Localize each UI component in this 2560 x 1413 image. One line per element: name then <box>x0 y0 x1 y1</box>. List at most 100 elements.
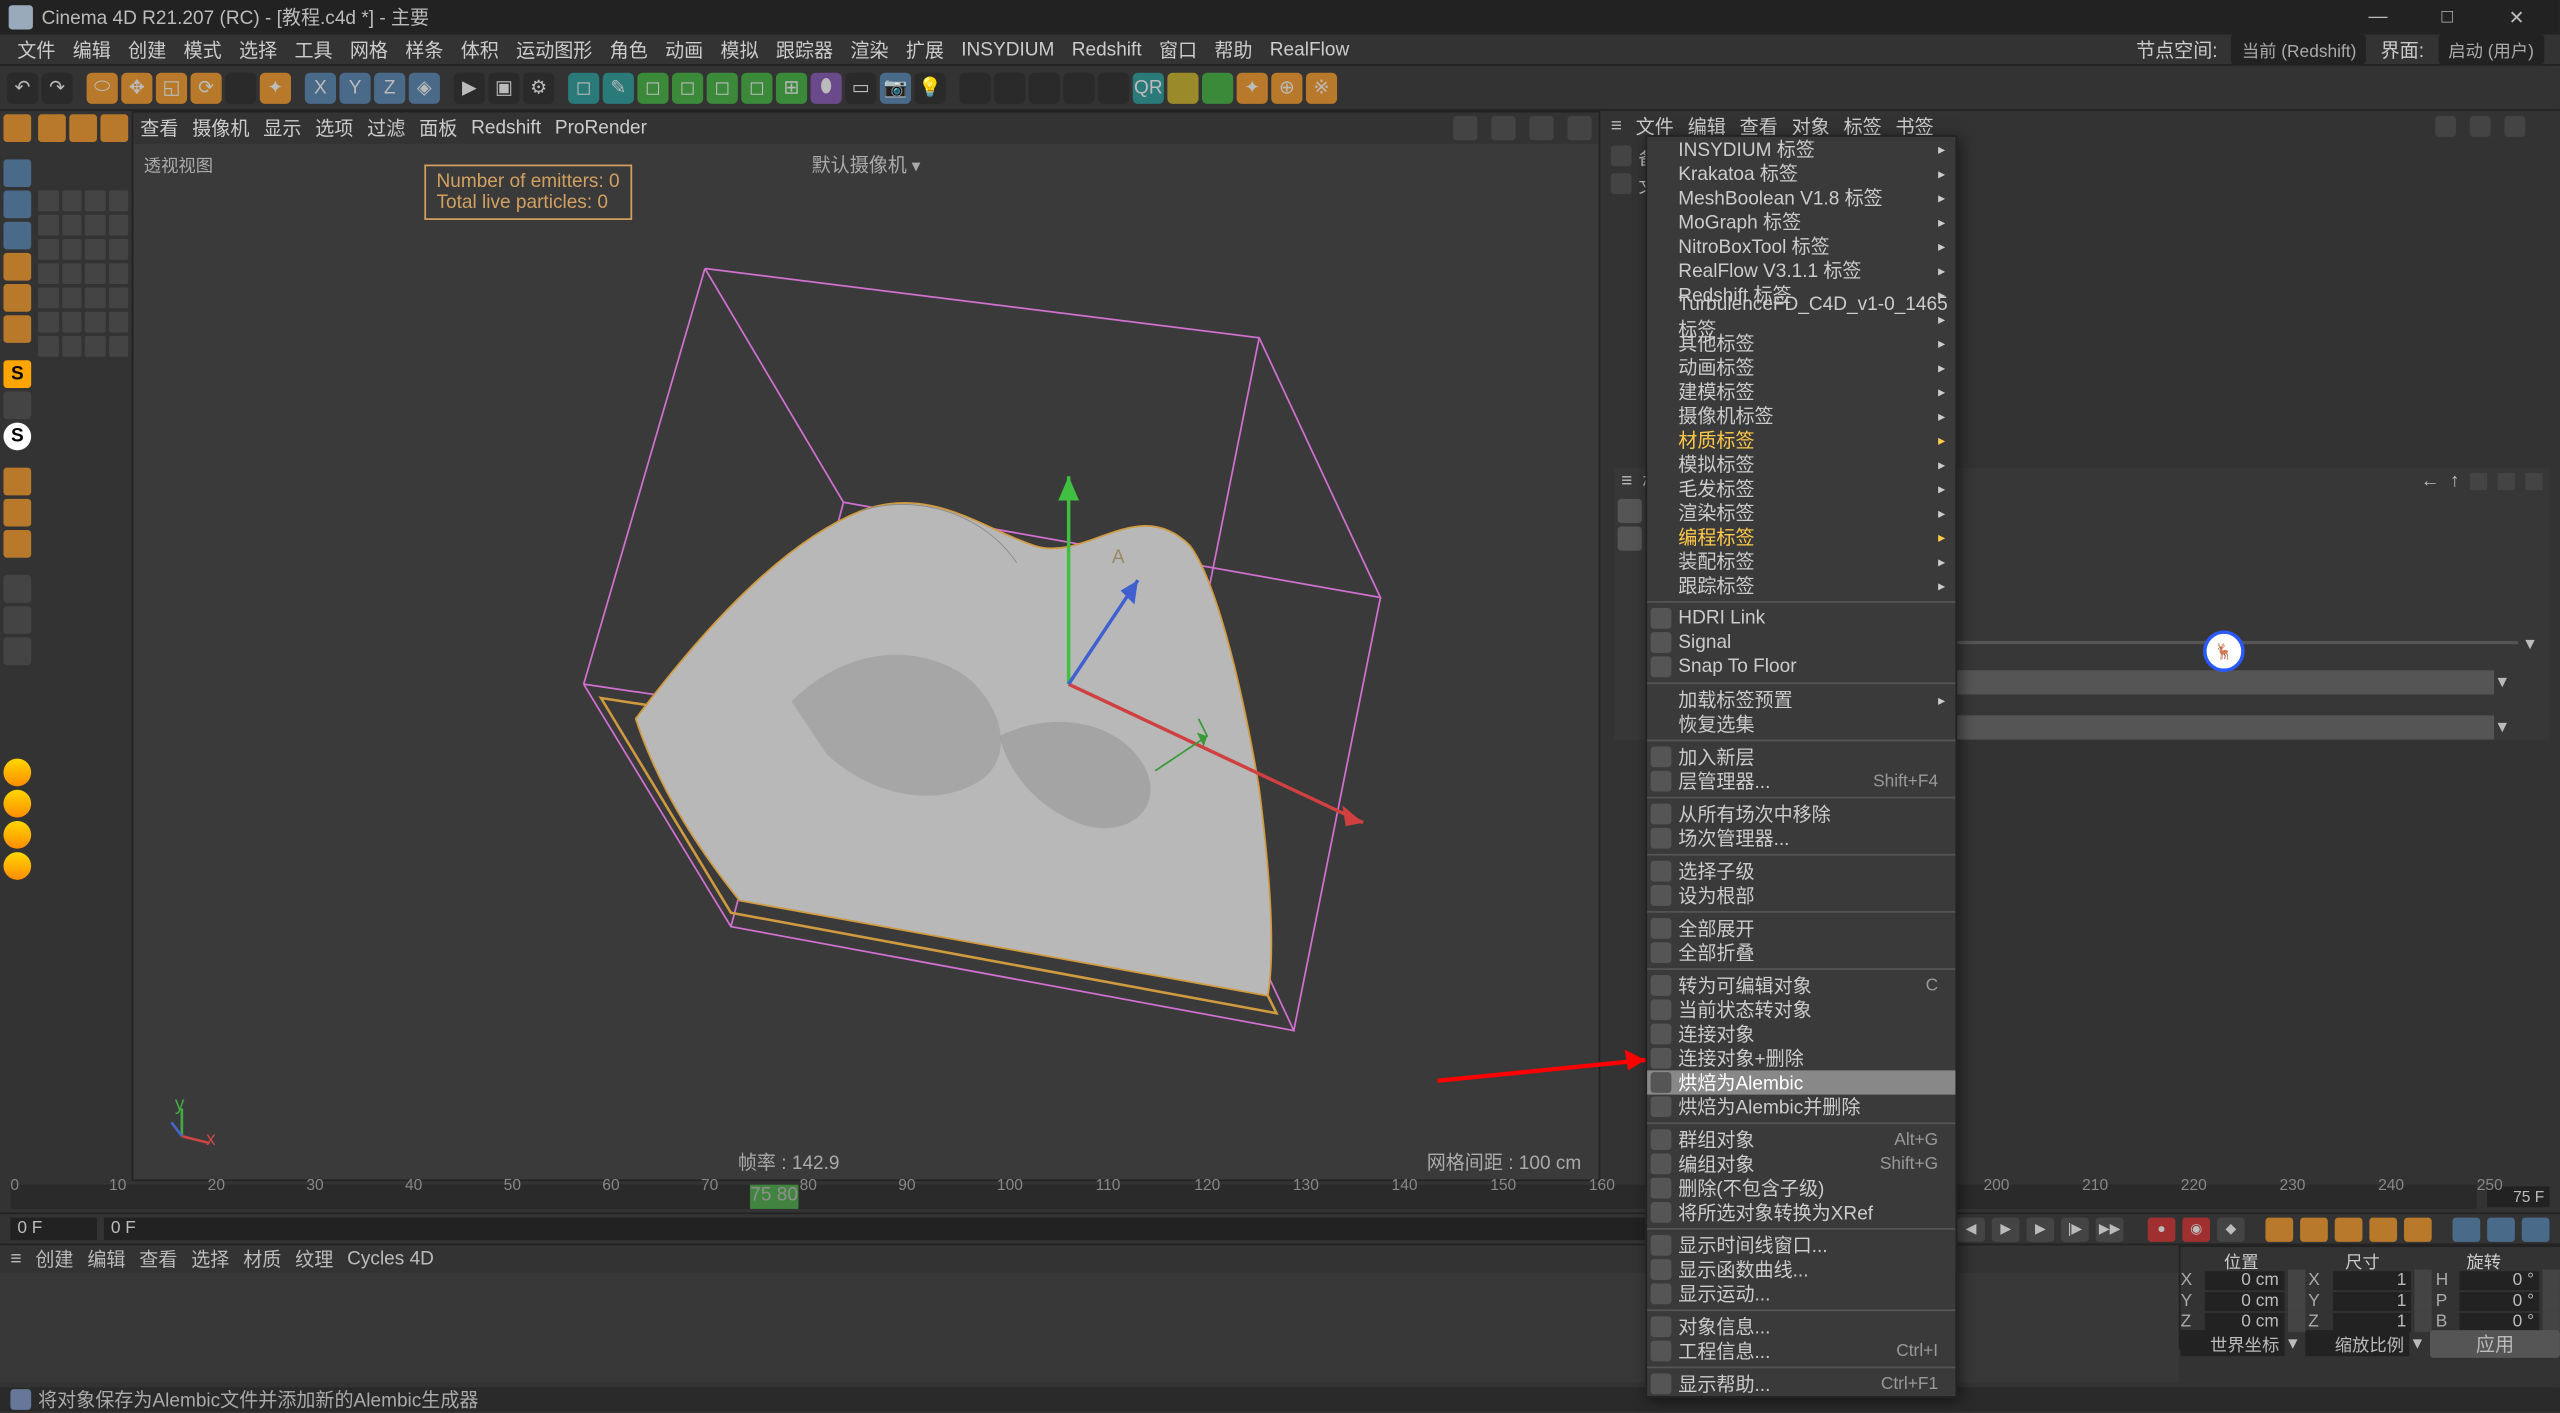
ctx-rigging-tags[interactable]: 装配标签 <box>1647 549 1955 573</box>
z-axis-toggle[interactable]: Z <box>374 72 405 103</box>
ctx-select-children[interactable]: 选择子级 <box>1647 859 1955 883</box>
menu-mesh[interactable]: 网格 <box>341 36 396 64</box>
coord-mode-pos[interactable]: 世界坐标 <box>2181 1330 2285 1356</box>
ctx-render-tags[interactable]: 渲染标签 <box>1647 501 1955 525</box>
ctx-realflow-tags[interactable]: RealFlow V3.1.1 标签 <box>1647 258 1955 282</box>
bend-deformer[interactable]: ⬮ <box>811 72 842 103</box>
mat-view[interactable]: 查看 <box>139 1245 177 1273</box>
sm-21[interactable] <box>38 312 58 333</box>
coord-p-rot[interactable]: 0 ° <box>2460 1291 2539 1310</box>
ctx-connect-objects[interactable]: 连接对象 <box>1647 1022 1955 1046</box>
x-axis-toggle[interactable]: X <box>305 72 336 103</box>
vp-nav-3[interactable] <box>1529 116 1553 140</box>
render-view[interactable]: ▶ <box>454 72 485 103</box>
lt-1[interactable] <box>38 114 66 142</box>
sm-18[interactable] <box>61 288 81 309</box>
vp-view[interactable]: 查看 <box>140 114 178 142</box>
sm-25[interactable] <box>38 336 58 357</box>
pb-goto-last[interactable]: ▶▶ <box>2096 1217 2124 1241</box>
place-tool[interactable]: ✦ <box>260 72 291 103</box>
coord-z-pos[interactable]: 0 cm <box>2205 1312 2284 1331</box>
menu-help[interactable]: 帮助 <box>1206 36 1261 64</box>
texture-mode[interactable] <box>3 191 31 219</box>
menu-mograph[interactable]: 运动图形 <box>507 36 601 64</box>
workplane-mode[interactable] <box>3 222 31 250</box>
vp-redshift[interactable]: Redshift <box>471 118 541 139</box>
scale-sel[interactable] <box>3 852 31 880</box>
ctx-restore-selection[interactable]: 恢复选集 <box>1647 712 1955 736</box>
ctx-hair-tags[interactable]: 毛发标签 <box>1647 476 1955 500</box>
point-mode[interactable] <box>3 253 31 281</box>
menu-animate[interactable]: 动画 <box>656 36 711 64</box>
tool-7[interactable] <box>1202 72 1233 103</box>
tool-6[interactable] <box>1167 72 1198 103</box>
live-select[interactable] <box>3 759 31 787</box>
ctx-tracking-tags[interactable]: 跟踪标签 <box>1647 573 1955 597</box>
ctx-mograph-tags[interactable]: MoGraph 标签 <box>1647 210 1955 234</box>
menu-file[interactable]: 文件 <box>9 36 64 64</box>
snap-grid[interactable] <box>3 499 31 527</box>
workplane-camera[interactable] <box>3 637 31 665</box>
subdiv-surface[interactable]: ◻ <box>637 72 668 103</box>
render-settings[interactable]: ⚙ <box>523 72 554 103</box>
coord-h-rot[interactable]: 0 ° <box>2460 1270 2539 1289</box>
coord-z-size[interactable]: 1 <box>2332 1312 2411 1331</box>
maximize-button[interactable]: □ <box>2413 0 2482 35</box>
sm-12[interactable] <box>108 239 128 260</box>
om-search-icon[interactable] <box>2435 116 2456 137</box>
ctx-convert-to-xref[interactable]: 将所选对象转换为XRef <box>1647 1200 1955 1224</box>
ctx-camera-tags[interactable]: 摄像机标签 <box>1647 404 1955 428</box>
layout-dropdown[interactable]: 启动 (用户) <box>2438 35 2544 64</box>
attr-lock-icon[interactable] <box>2525 473 2542 490</box>
mat-edit[interactable]: 编辑 <box>87 1245 125 1273</box>
pb-pos-key[interactable] <box>2265 1217 2293 1241</box>
snap-workplane[interactable] <box>3 530 31 558</box>
vp-cameras[interactable]: 摄像机 <box>192 114 249 142</box>
menu-insydium[interactable]: INSYDIUM <box>953 39 1063 60</box>
mat-cycles4d[interactable]: Cycles 4D <box>347 1249 434 1270</box>
pb-mode-1[interactable] <box>2453 1217 2481 1241</box>
lt-3[interactable] <box>100 114 128 142</box>
close-button[interactable]: ✕ <box>2482 0 2551 35</box>
ctx-krakatoa-tags[interactable]: Krakatoa 标签 <box>1647 161 1955 185</box>
sm-7[interactable] <box>85 215 105 236</box>
ctx-material-tags[interactable]: 材质标签 <box>1647 428 1955 452</box>
sm-9[interactable] <box>38 239 58 260</box>
pb-mode-3[interactable] <box>2522 1217 2550 1241</box>
tool-2[interactable] <box>994 72 1025 103</box>
ctx-insydium-tags[interactable]: INSYDIUM 标签 <box>1647 137 1955 161</box>
sm-14[interactable] <box>61 263 81 284</box>
sm-15[interactable] <box>85 263 105 284</box>
attr-nav-fwd[interactable]: ↑ <box>2450 471 2460 492</box>
minimize-button[interactable]: — <box>2343 0 2412 35</box>
ctx-nitroboxtool-tags[interactable]: NitroBoxTool 标签 <box>1647 234 1955 258</box>
pb-prev-frame[interactable]: ◀ <box>1957 1217 1985 1241</box>
pb-rot-key[interactable] <box>2335 1217 2363 1241</box>
sm-5[interactable] <box>38 215 58 236</box>
sm-24[interactable] <box>108 312 128 333</box>
pb-param-key[interactable] <box>2369 1217 2397 1241</box>
vp-filter[interactable]: 过滤 <box>367 114 405 142</box>
coord-x-size[interactable]: 1 <box>2332 1270 2411 1289</box>
light-object[interactable]: 💡 <box>914 72 945 103</box>
ctx-group-objects[interactable]: 群组对象Alt+G <box>1647 1128 1955 1152</box>
pb-range[interactable]: 0 F <box>104 1218 1647 1241</box>
volume-gen[interactable]: ◻ <box>741 72 772 103</box>
vp-nav-1[interactable] <box>1453 116 1477 140</box>
om-path-icon[interactable] <box>2504 116 2525 137</box>
menu-tracker[interactable]: 跟踪器 <box>767 36 841 64</box>
viewport-solo[interactable]: S <box>3 423 31 451</box>
sm-22[interactable] <box>61 312 81 333</box>
cloner-gen[interactable]: ⊞ <box>776 72 807 103</box>
menu-create[interactable]: 创建 <box>120 36 175 64</box>
vp-panel[interactable]: 面板 <box>419 114 457 142</box>
ctx-hdri-link[interactable]: HDRI Link <box>1647 606 1955 630</box>
ctx-add-to-layer[interactable]: 加入新层 <box>1647 745 1955 769</box>
sm-16[interactable] <box>108 263 128 284</box>
ctx-show-fcurves[interactable]: 显示函数曲线... <box>1647 1257 1955 1281</box>
tool-3[interactable] <box>1029 72 1060 103</box>
camera-object[interactable]: 📷 <box>880 72 911 103</box>
pb-next-key[interactable]: |▶ <box>2061 1217 2089 1241</box>
ctx-turbulencefd-tags[interactable]: TurbulenceFD_C4D_v1-0_1465 标签 <box>1647 307 1955 331</box>
vp-options[interactable]: 选项 <box>315 114 353 142</box>
